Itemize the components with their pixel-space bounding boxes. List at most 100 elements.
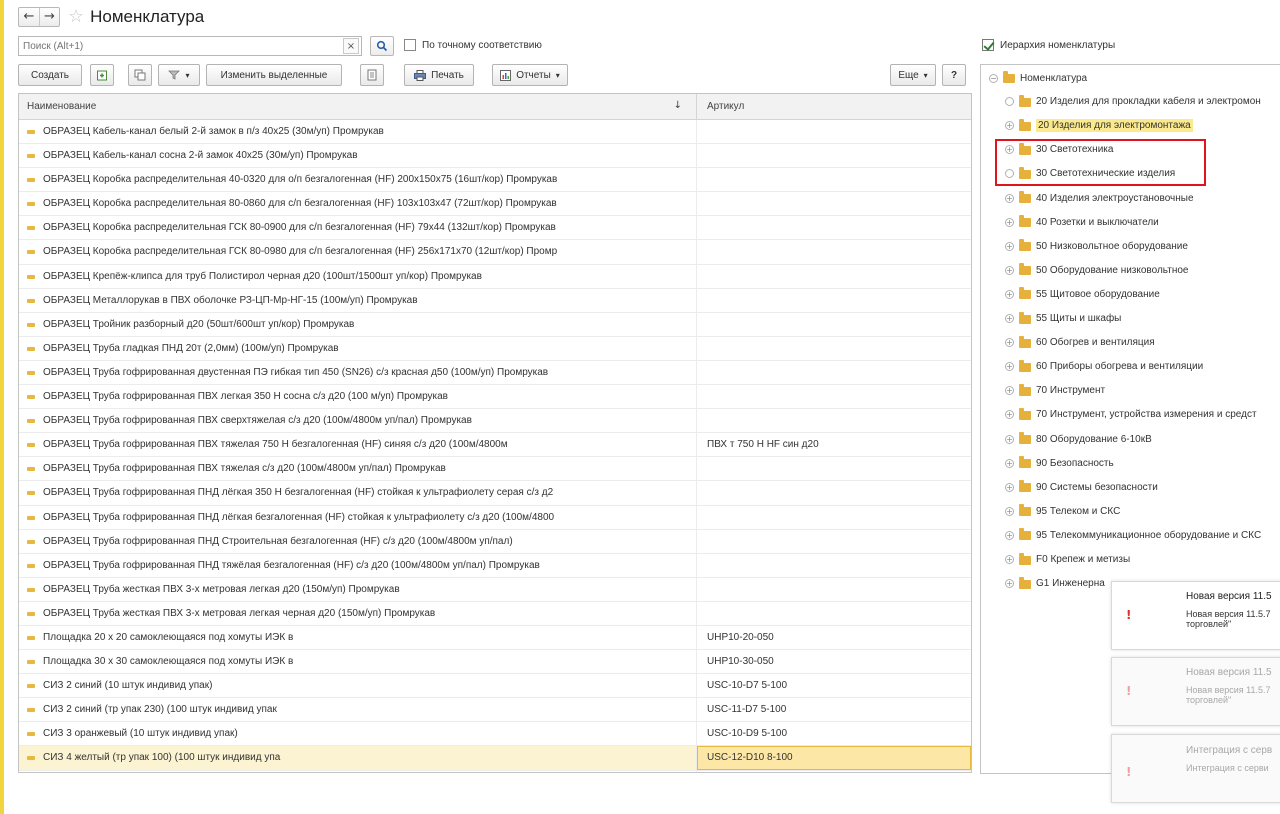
expand-icon[interactable]: +	[1005, 289, 1014, 299]
tree-item[interactable]: 20 Изделия для прокладки кабеля и электр…	[1005, 90, 1261, 114]
folder-icon	[1019, 432, 1031, 444]
search-input[interactable]	[18, 36, 362, 56]
expand-icon[interactable]: +	[1005, 434, 1014, 444]
table-row[interactable]: ОБРАЗЕЦ Труба гофрированная ПВХ легкая 3…	[19, 385, 971, 410]
hierarchy-option[interactable]: Иерархия номенклатуры	[982, 39, 1115, 51]
tree-item[interactable]: +50 Низковольтное оборудование	[1005, 234, 1188, 258]
table-row[interactable]: ОБРАЗЕЦ Труба гофрированная ПВХ тяжелая …	[19, 433, 971, 458]
table-row[interactable]: ОБРАЗЕЦ Труба гофрированная двустенная П…	[19, 360, 971, 386]
tree-item[interactable]: +90 Безопасность	[1005, 451, 1114, 475]
tree-item[interactable]: +95 Телеком и СКС	[1005, 499, 1120, 523]
table-row[interactable]: СИЗ 4 желтый (тр упак 100) (100 штук инд…	[19, 746, 971, 771]
tree-item[interactable]: +90 Системы безопасности	[1005, 475, 1158, 499]
expand-icon[interactable]: +	[1005, 121, 1014, 131]
table-row[interactable]: ОБРАЗЕЦ Труба гофрированная ПНД лёгкая б…	[19, 505, 971, 530]
tree-item[interactable]: +40 Розетки и выключатели	[1005, 210, 1159, 234]
table-row[interactable]: СИЗ 3 оранжевый (10 штук индивид упак) US…	[19, 722, 971, 747]
item-name: СИЗ 2 синий (10 штук индивид упак)	[43, 680, 213, 692]
expand-icon[interactable]: +	[1005, 555, 1014, 564]
forward-button[interactable]: →	[39, 8, 59, 26]
tree-item[interactable]: +55 Щиты и шкафы	[1005, 307, 1121, 331]
cell-name: ОБРАЗЕЦ Труба гофрированная ПНД тяжёлая …	[19, 553, 697, 577]
exact-match-checkbox[interactable]	[404, 39, 416, 51]
table-row[interactable]: ОБРАЗЕЦ Коробка распределительная 80-086…	[19, 192, 971, 217]
notification-card[interactable]: ! Интеграция с серв Интеграция с серви	[1111, 734, 1280, 803]
expand-icon[interactable]: +	[1005, 530, 1014, 540]
expand-icon[interactable]: +	[1005, 410, 1014, 420]
expand-icon[interactable]: +	[1005, 217, 1014, 227]
list-settings-button[interactable]	[360, 64, 384, 86]
table-row[interactable]: ОБРАЗЕЦ Труба жесткая ПВХ 3-х метровая л…	[19, 601, 971, 626]
table-row[interactable]: Площадка 30 х 30 самоклеющаяся под хомут…	[19, 650, 971, 675]
expand-icon[interactable]: +	[1005, 482, 1014, 492]
table-row[interactable]: ОБРАЗЕЦ Металлорукав в ПВХ оболочке РЗ-Ц…	[19, 288, 971, 313]
folder-icon	[1019, 191, 1031, 203]
favorite-star-icon[interactable]: ☆	[68, 8, 84, 26]
item-icon	[27, 322, 35, 327]
tree-item-label: G1 Инженерна	[1036, 578, 1105, 590]
tree-item-label: 40 Розетки и выключатели	[1036, 216, 1159, 228]
create-group-button[interactable]	[90, 64, 114, 86]
table-row[interactable]: ОБРАЗЕЦ Кабель-канал сосна 2-й замок 40х…	[19, 144, 971, 169]
tree-item[interactable]: +20 Изделия для электромонтажа	[1005, 114, 1193, 138]
expand-icon[interactable]: +	[1005, 314, 1014, 323]
table-row[interactable]: ОБРАЗЕЦ Кабель-канал белый 2-й замок в п…	[19, 120, 971, 145]
tree-item[interactable]: +50 Оборудование низковольтное	[1005, 258, 1188, 282]
expand-icon[interactable]: +	[1005, 193, 1014, 203]
table-row[interactable]: ОБРАЗЕЦ Труба гофрированная ПНД лёгкая 3…	[19, 481, 971, 506]
notification-card[interactable]: ! Новая версия 11.5 Новая версия 11.5.7 тор…	[1111, 581, 1280, 650]
tree-item[interactable]: +95 Телекоммуникационное оборудование и …	[1005, 523, 1261, 547]
collapse-icon[interactable]: −	[989, 73, 998, 83]
column-header-name[interactable]: Наименование ↓	[19, 94, 697, 119]
back-button[interactable]: ←	[19, 8, 39, 26]
tree-item[interactable]: +40 Изделия электроустановочные	[1005, 186, 1194, 210]
tree-item[interactable]: +70 Инструмент, устройства измерения и с…	[1005, 403, 1257, 427]
tree-item[interactable]: +55 Щитовое оборудование	[1005, 282, 1160, 306]
print-button[interactable]: Печать	[404, 64, 474, 86]
tree-item[interactable]: +60 Обогрев и вентиляция	[1005, 331, 1155, 355]
create-button[interactable]: Создать	[18, 64, 82, 86]
search-button[interactable]	[370, 36, 394, 56]
expand-icon[interactable]: +	[1005, 458, 1014, 468]
tree-item[interactable]: + G1 Инженерна	[1005, 572, 1105, 596]
hierarchy-checkbox[interactable]	[982, 39, 994, 51]
table-row[interactable]: ОБРАЗЕЦ Крепёж-клипса для труб Полистиро…	[19, 264, 971, 289]
tree-item-label: 50 Низковольтное оборудование	[1036, 240, 1188, 252]
tree-item[interactable]: + F0 Крепеж и метизы	[1005, 548, 1130, 572]
expand-icon[interactable]: +	[1005, 241, 1014, 251]
table-row[interactable]: СИЗ 2 синий (тр упак 230) (100 штук инди…	[19, 698, 971, 723]
table-row[interactable]: ОБРАЗЕЦ Труба гофрированная ПВХ сверхтяж…	[19, 409, 971, 434]
expand-icon[interactable]: +	[1005, 506, 1014, 516]
table-row[interactable]: ОБРАЗЕЦ Труба жесткая ПВХ 3-х метровая л…	[19, 577, 971, 602]
expand-icon[interactable]: +	[1005, 579, 1014, 589]
table-row[interactable]: ОБРАЗЕЦ Труба гладкая ПНД 20т (2,0мм) (1…	[19, 336, 971, 361]
tree-root[interactable]: − Номенклатура	[989, 66, 1087, 90]
edit-selected-button[interactable]: Изменить выделенные	[206, 64, 342, 86]
clear-search-icon[interactable]: ×	[343, 38, 359, 54]
more-button[interactable]: Еще ▾	[890, 64, 936, 86]
tree-item[interactable]: +70 Инструмент	[1005, 379, 1105, 403]
table-row[interactable]: ОБРАЗЕЦ Тройник разборный д20 (50шт/600ш…	[19, 312, 971, 337]
expand-icon[interactable]: +	[1005, 265, 1014, 275]
table-row[interactable]: СИЗ 5 красный (100 штук индивид упак)USC…	[19, 770, 971, 772]
table-row[interactable]: Площадка 20 х 20 самоклеющаяся под хомут…	[19, 625, 971, 651]
table-row[interactable]: ОБРАЗЕЦ Труба гофрированная ПВХ тяжелая …	[19, 457, 971, 482]
help-button[interactable]: ?	[942, 64, 966, 86]
copy-button[interactable]	[128, 64, 152, 86]
table-row[interactable]: ОБРАЗЕЦ Коробка распределительная 40-032…	[19, 168, 971, 193]
table-row[interactable]: СИЗ 2 синий (10 штук индивид упак) USC-10…	[19, 674, 971, 699]
expand-icon[interactable]: +	[1005, 386, 1014, 396]
column-header-article[interactable]: Артикул	[697, 94, 971, 119]
notification-card[interactable]: ! Новая версия 11.5 Новая версия 11.5.7 тор…	[1111, 657, 1280, 726]
table-row[interactable]: ОБРАЗЕЦ Коробка распределительная ГСК 80…	[19, 240, 971, 265]
filter-button[interactable]: ▾	[158, 64, 200, 86]
table-row[interactable]: ОБРАЗЕЦ Труба гофрированная ПНД тяжёлая …	[19, 553, 971, 578]
tree-item[interactable]: +80 Оборудование 6-10кВ	[1005, 427, 1152, 451]
table-row[interactable]: ОБРАЗЕЦ Коробка распределительная ГСК 80…	[19, 216, 971, 241]
tree-item[interactable]: +60 Приборы обогрева и вентиляции	[1005, 355, 1203, 379]
reports-button[interactable]: Отчеты ▾	[492, 64, 568, 86]
table-row[interactable]: ОБРАЗЕЦ Труба гофрированная ПНД Строител…	[19, 529, 971, 554]
exact-match-option[interactable]: По точному соответствию	[404, 39, 542, 51]
expand-icon[interactable]: +	[1005, 362, 1014, 372]
expand-icon[interactable]: +	[1005, 338, 1014, 348]
